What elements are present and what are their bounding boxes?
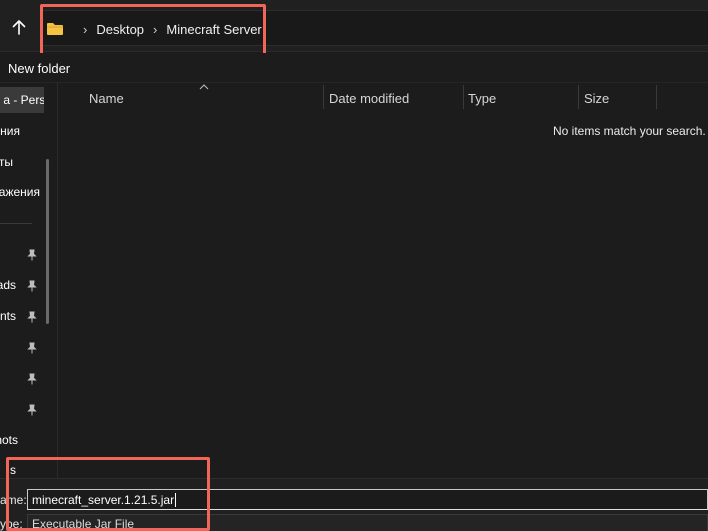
pin-icon: [27, 249, 37, 261]
sidebar-item[interactable]: ния: [0, 118, 50, 144]
sidebar-item-pinned[interactable]: [0, 334, 50, 360]
empty-results-message: No items match your search.: [553, 124, 706, 138]
pin-icon: [27, 280, 37, 292]
sidebar-item-pinned[interactable]: [0, 396, 50, 422]
sidebar-item[interactable]: енты: [0, 149, 50, 175]
sidebar-item-pinned[interactable]: ents: [0, 303, 50, 329]
sidebar-item[interactable]: hots: [0, 427, 50, 453]
column-divider[interactable]: [323, 85, 324, 109]
pin-icon: [27, 342, 37, 354]
sidebar-divider: [0, 223, 32, 224]
sidebar-scrollbar[interactable]: [46, 159, 49, 324]
column-divider[interactable]: [656, 85, 657, 109]
column-divider[interactable]: [578, 85, 579, 109]
column-header-name[interactable]: Name: [89, 83, 323, 113]
pin-icon: [27, 373, 37, 385]
column-header-type[interactable]: Type: [468, 83, 578, 113]
up-button[interactable]: [8, 16, 30, 38]
pin-icon: [27, 404, 37, 416]
sidebar-item-pinned[interactable]: [0, 365, 50, 391]
pin-icon: [27, 311, 37, 323]
breadcrumb-highlight-box: [40, 4, 266, 58]
sidebar-item[interactable]: ажения: [0, 179, 50, 205]
command-bar: New folder: [0, 53, 708, 83]
navigation-pane: a - Perso ния енты ажения ads ents hots …: [0, 83, 58, 478]
sidebar-item-pinned[interactable]: [0, 241, 50, 267]
new-folder-button[interactable]: New folder: [8, 61, 70, 76]
column-header-size[interactable]: Size: [584, 83, 656, 113]
arrow-up-icon: [12, 20, 26, 35]
column-header-row: Name Date modified Type Size: [59, 83, 708, 113]
column-header-date-modified[interactable]: Date modified: [329, 83, 463, 113]
sidebar-item-pinned[interactable]: ads: [0, 272, 50, 298]
sidebar-item[interactable]: a - Perso: [0, 87, 44, 113]
column-divider[interactable]: [463, 85, 464, 109]
filename-highlight-box: [6, 457, 210, 531]
